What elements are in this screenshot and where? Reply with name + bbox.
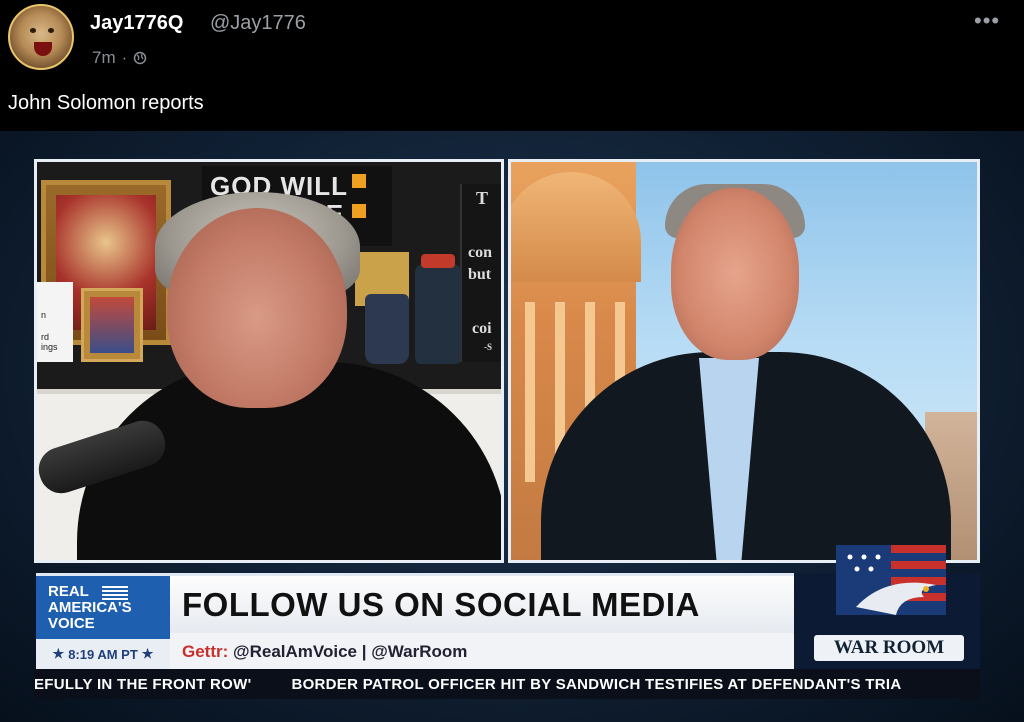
lower-third-banner: FOLLOW US ON SOCIAL MEDIA	[170, 573, 794, 633]
post-header: Jay1776Q @Jay1776 7m · ••• John Solomon …	[0, 0, 1024, 130]
avatar-eye-left	[30, 28, 36, 33]
user-handle[interactable]: @Jay1776	[210, 12, 306, 35]
sign-accent	[352, 174, 366, 188]
warroom-logo: WAR ROOM	[794, 545, 980, 669]
paper-note: n rd ings	[37, 282, 73, 362]
quote-card: T con but coi -S	[460, 184, 501, 362]
lower-third-subtext: Gettr: @RealAmVoice | @WarRoom	[182, 642, 468, 661]
sign-accent	[352, 204, 366, 218]
post-meta: 7m ·	[92, 48, 147, 68]
display-name[interactable]: Jay1776Q	[90, 12, 183, 35]
lower-third-subbar: Gettr: @RealAmVoice | @WarRoom	[170, 633, 794, 669]
avatar-eye-right	[48, 28, 54, 33]
star-icon: ★	[141, 646, 154, 661]
avatar-mouth	[34, 42, 52, 56]
guest-face	[671, 188, 799, 360]
post-text: John Solomon reports	[8, 92, 204, 114]
eagle-flag-icon	[836, 545, 946, 615]
tumbler-cup	[365, 294, 409, 364]
tumbler-cup	[415, 254, 461, 364]
flag-icon	[102, 586, 128, 600]
lower-third-headline: FOLLOW US ON SOCIAL MEDIA	[182, 586, 700, 623]
warroom-label: WAR ROOM	[814, 635, 964, 661]
video-panel-right	[508, 159, 980, 563]
host-left-face	[167, 208, 347, 408]
meta-separator: ·	[121, 48, 128, 67]
more-options-icon[interactable]: •••	[974, 8, 1000, 34]
small-icon-painting	[81, 288, 143, 362]
post-time[interactable]: 7m	[92, 48, 116, 68]
ticker-item: BORDER PATROL OFFICER HIT BY SANDWICH TE…	[291, 675, 902, 693]
user-avatar[interactable]	[8, 4, 74, 70]
video-frame[interactable]: GOD WILL BE T con but coi -S n rd ings	[0, 131, 1024, 722]
ticker-item: EFULLY IN THE FRONT ROW'	[34, 675, 252, 693]
globe-icon	[134, 51, 147, 65]
video-panel-left: GOD WILL BE T con but coi -S n rd ings	[34, 159, 504, 563]
star-icon: ★	[52, 646, 65, 661]
news-ticker: EFULLY IN THE FRONT ROW' BORDER PATROL O…	[34, 669, 980, 699]
broadcast-time: ★ 8:19 AM PT ★	[36, 639, 170, 669]
